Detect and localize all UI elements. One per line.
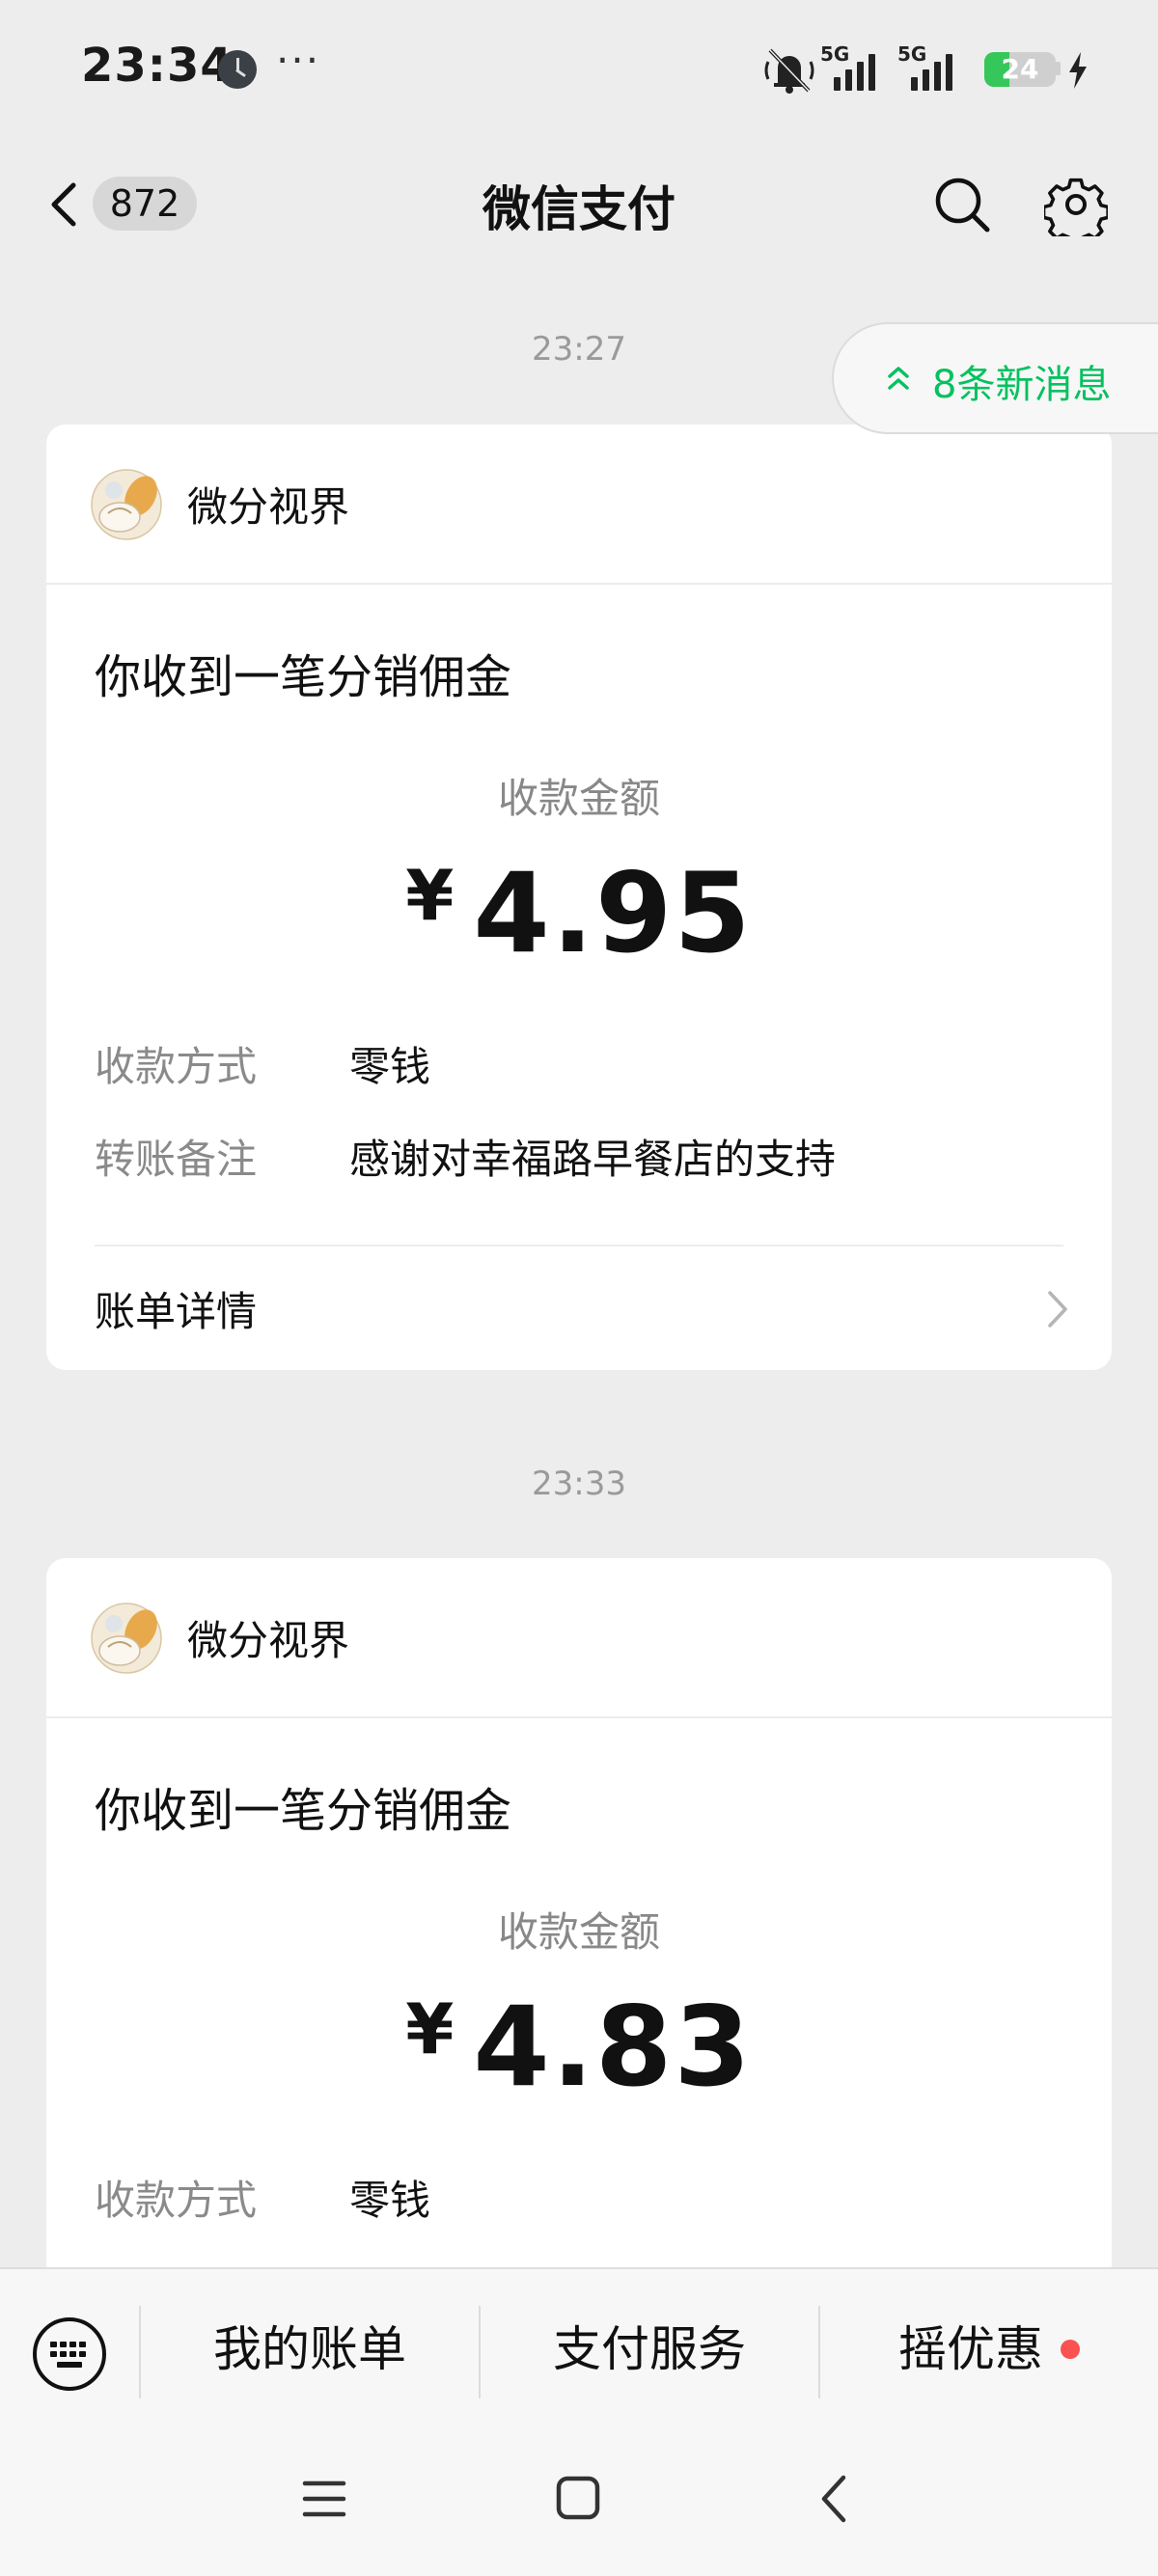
- network-indicator-2: 5G: [897, 41, 975, 98]
- network-indicator-1: 5G: [820, 41, 897, 98]
- message-subject: 你收到一笔分销佣金: [95, 650, 512, 704]
- back-icon[interactable]: [818, 2472, 849, 2526]
- currency-symbol: ¥: [405, 855, 455, 936]
- card-header: 微分视界: [46, 1558, 1112, 1718]
- detail-label: 收款方式: [95, 2177, 258, 2224]
- battery-level: 24: [1001, 53, 1039, 85]
- signal-icon: [911, 54, 952, 91]
- notification-dot: [1061, 2339, 1080, 2359]
- signal-icon: [834, 54, 875, 91]
- chevron-right-icon: [1048, 1291, 1067, 1328]
- payment-amount: ¥4.83: [46, 1983, 1112, 2111]
- amount-value: 4.83: [473, 1983, 753, 2111]
- sender-name: 微分视界: [187, 1617, 350, 1664]
- detail-value: 零钱: [349, 1043, 431, 1090]
- status-bar: 23:34 ··· 5G 5G 24: [0, 0, 1158, 140]
- mute-vibrate-icon: [764, 48, 814, 94]
- amount-label: 收款金额: [497, 1908, 660, 1956]
- menu-item-my-bills[interactable]: 我的账单: [141, 2269, 479, 2429]
- clock-icon: [218, 50, 257, 89]
- chat-header: 872 微信支付: [0, 140, 1158, 275]
- detail-value: 零钱: [349, 2177, 431, 2224]
- gear-icon[interactable]: [1044, 173, 1108, 236]
- new-messages-label: 8条新消息: [932, 363, 1112, 407]
- system-nav-bar: [0, 2431, 1158, 2576]
- detail-label: 收款方式: [95, 1043, 258, 1090]
- amount-value: 4.95: [473, 849, 753, 977]
- detail-label: 转账备注: [95, 1136, 258, 1183]
- bottom-menu-bar: 我的账单 支付服务 摇优惠: [0, 2267, 1158, 2431]
- message-subject: 你收到一笔分销佣金: [95, 1784, 512, 1838]
- amount-label: 收款金额: [497, 775, 660, 822]
- payment-message-card[interactable]: 微分视界 你收到一笔分销佣金 收款金额 ¥4.95 收款方式 零钱 转账备注 感…: [46, 425, 1112, 1370]
- menu-item-payment-services[interactable]: 支付服务: [481, 2269, 818, 2429]
- detail-value: 感谢对幸福路早餐店的支持: [349, 1136, 837, 1183]
- battery-icon: 24: [984, 52, 1056, 87]
- double-chevron-up-icon: [888, 367, 909, 390]
- sender-avatar[interactable]: [91, 1603, 162, 1674]
- payment-amount: ¥4.95: [46, 849, 1112, 977]
- menu-item-shake-deals[interactable]: 摇优惠: [820, 2269, 1158, 2429]
- charging-icon: [1069, 52, 1087, 89]
- bill-details-label: 账单详情: [95, 1288, 258, 1335]
- sender-name: 微分视界: [187, 483, 350, 531]
- currency-symbol: ¥: [405, 1988, 455, 2069]
- status-time: 23:34: [81, 39, 234, 93]
- new-messages-button[interactable]: 8条新消息: [832, 322, 1158, 434]
- message-timestamp: 23:33: [532, 1465, 626, 1503]
- menu-icon[interactable]: [301, 2478, 347, 2520]
- status-icons: 5G 5G 24: [762, 41, 1090, 98]
- home-icon[interactable]: [556, 2476, 600, 2520]
- more-notifications-icon: ···: [276, 37, 321, 84]
- sender-avatar[interactable]: [91, 469, 162, 540]
- keyboard-icon[interactable]: [31, 2316, 108, 2393]
- menu-item-label: 摇优惠: [898, 2321, 1043, 2377]
- battery-tip: [1056, 62, 1061, 75]
- card-header: 微分视界: [46, 425, 1112, 585]
- bill-details-link[interactable]: 账单详情: [46, 1247, 1112, 1370]
- search-icon[interactable]: [932, 175, 992, 234]
